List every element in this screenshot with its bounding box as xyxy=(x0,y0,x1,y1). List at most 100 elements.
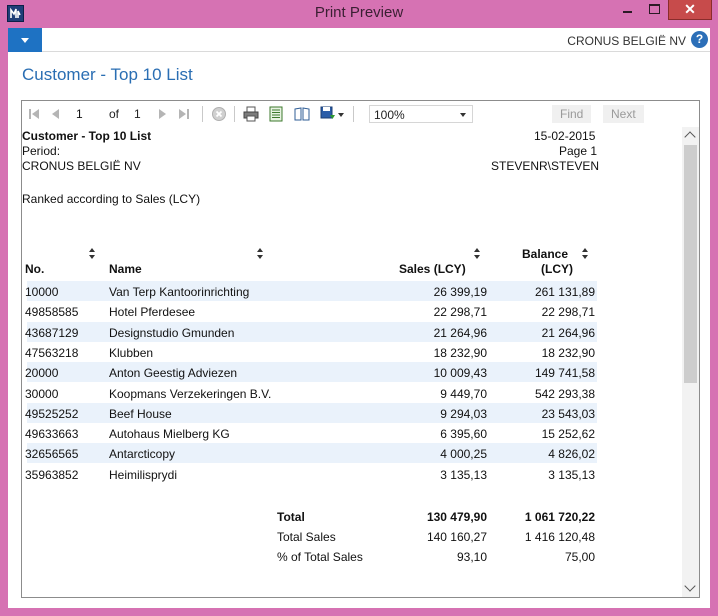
total-sales: 130 479,90 xyxy=(426,510,487,524)
cell-balance: 18 232,90 xyxy=(541,346,595,360)
cell-sales: 9 294,03 xyxy=(440,407,487,421)
cell-no: 49525252 xyxy=(25,407,79,421)
title-bar[interactable]: Print Preview ✕ xyxy=(0,0,718,28)
cell-no: 49633663 xyxy=(25,427,79,441)
help-icon[interactable]: ? xyxy=(691,31,708,48)
cell-name: Hotel Pferdesee xyxy=(109,305,196,319)
cell-sales: 4 000,25 xyxy=(440,447,487,461)
cell-sales: 6 395,60 xyxy=(440,427,487,441)
total-balance: 1 416 120,48 xyxy=(524,530,595,544)
page-number-input[interactable] xyxy=(73,105,105,123)
report-company: CRONUS BELGIË NV xyxy=(22,159,141,173)
total-label: % of Total Sales xyxy=(277,550,363,564)
cell-name: Antarcticopy xyxy=(109,447,176,461)
cell-no: 43687129 xyxy=(25,326,79,340)
of-label: of xyxy=(109,107,120,121)
window-title: Print Preview xyxy=(314,4,404,21)
cell-sales: 10 009,43 xyxy=(433,366,487,380)
toolbar-separator xyxy=(202,106,203,122)
print-icon[interactable] xyxy=(243,106,259,122)
cell-balance: 4 826,02 xyxy=(548,447,595,461)
cell-no: 32656565 xyxy=(25,447,79,461)
report-page: Customer - Top 10 List 15-02-2015 Period… xyxy=(22,127,682,597)
column-header-sales: Sales (LCY) xyxy=(399,262,466,276)
sort-no-icon[interactable] xyxy=(89,248,96,260)
cell-balance: 3 135,13 xyxy=(548,468,595,482)
cell-balance: 261 131,89 xyxy=(534,285,595,299)
column-header-balance: Balance xyxy=(522,247,569,261)
report-user: STEVENR\STEVEN xyxy=(491,159,600,173)
first-page-icon[interactable] xyxy=(26,106,42,122)
close-button[interactable]: ✕ xyxy=(668,0,712,20)
period-label: Period: xyxy=(22,144,61,158)
zoom-select[interactable]: 100% xyxy=(369,105,473,123)
menu-bar: CRONUS BELGIË NV ? xyxy=(8,28,710,52)
total-sales: 140 160,27 xyxy=(426,530,487,544)
cell-no: 30000 xyxy=(25,387,59,401)
cell-name: Klubben xyxy=(109,346,154,360)
cell-no: 49858585 xyxy=(25,305,79,319)
cell-balance: 149 741,58 xyxy=(534,366,595,380)
find-button[interactable]: Find xyxy=(552,105,592,123)
window-client-area: CRONUS BELGIË NV ? Customer - Top 10 Lis… xyxy=(8,28,710,608)
last-page-icon[interactable] xyxy=(176,106,192,122)
cell-balance: 23 543,03 xyxy=(541,407,595,421)
column-header-no: No. xyxy=(25,262,45,276)
cell-sales: 26 399,19 xyxy=(433,285,487,299)
cell-no: 20000 xyxy=(25,366,59,380)
vertical-scrollbar[interactable] xyxy=(682,127,699,597)
total-balance: 75,00 xyxy=(564,550,595,564)
column-header-name: Name xyxy=(109,262,142,276)
cell-sales: 9 449,70 xyxy=(440,387,487,401)
cell-name: Designstudio Gmunden xyxy=(109,326,235,340)
cell-balance: 542 293,38 xyxy=(534,387,595,401)
cell-sales: 22 298,71 xyxy=(433,305,487,319)
cell-name: Koopmans Verzekeringen B.V. xyxy=(109,387,272,401)
cell-sales: 21 264,96 xyxy=(433,326,487,340)
total-pages: 1 xyxy=(134,107,141,121)
minimize-button[interactable] xyxy=(614,0,640,20)
find-next-button[interactable]: Next xyxy=(603,105,644,123)
export-dropdown-icon[interactable] xyxy=(337,106,345,122)
cell-name: Anton Geestig Adviezen xyxy=(109,366,238,380)
stop-icon[interactable] xyxy=(211,106,227,122)
app-menu-button[interactable] xyxy=(8,28,42,52)
maximize-button[interactable] xyxy=(641,0,667,20)
cell-sales: 3 135,13 xyxy=(440,468,487,482)
cell-balance: 22 298,71 xyxy=(541,305,595,319)
total-label: Total Sales xyxy=(277,530,336,544)
page-title: Customer - Top 10 List xyxy=(22,65,193,84)
total-sales: 93,10 xyxy=(456,550,487,564)
cell-no: 10000 xyxy=(25,285,59,299)
previous-page-icon[interactable] xyxy=(48,106,64,122)
company-name: CRONUS BELGIË NV xyxy=(567,34,686,48)
cell-balance: 21 264,96 xyxy=(541,326,595,340)
report-toolbar: of 1 100% Find Next xyxy=(22,101,699,127)
toolbar-separator xyxy=(234,106,235,122)
report-viewer: of 1 100% Find Next Customer - Top 10 xyxy=(21,100,700,598)
cell-sales: 18 232,90 xyxy=(433,346,487,360)
cell-no: 47563218 xyxy=(25,346,79,360)
sort-sales-icon[interactable] xyxy=(474,248,481,260)
find-input[interactable] xyxy=(489,105,551,123)
ranking-note: Ranked according to Sales (LCY) xyxy=(22,192,201,206)
cell-name: Van Terp Kantoorinrichting xyxy=(109,285,250,299)
print-layout-icon[interactable] xyxy=(294,106,310,122)
cell-name: Autohaus Mielberg KG xyxy=(109,427,230,441)
page-setup-icon[interactable] xyxy=(268,106,284,122)
cell-no: 35963852 xyxy=(25,468,79,482)
toolbar-separator xyxy=(353,106,354,122)
total-label: Total xyxy=(277,510,305,524)
total-balance: 1 061 720,22 xyxy=(524,510,595,524)
close-icon: ✕ xyxy=(684,1,696,17)
cell-name: Heimilisprydi xyxy=(109,468,178,482)
cell-balance: 15 252,62 xyxy=(541,427,595,441)
sort-name-icon[interactable] xyxy=(257,248,264,260)
scrollbar-thumb[interactable] xyxy=(684,145,697,383)
print-preview-window: Print Preview ✕ CRONUS BELGIË NV ? Custo… xyxy=(0,0,718,616)
next-page-icon[interactable] xyxy=(154,106,170,122)
sort-balance-icon[interactable] xyxy=(582,248,589,260)
scroll-down-icon[interactable] xyxy=(684,580,696,592)
export-icon[interactable] xyxy=(320,106,336,122)
scroll-up-icon[interactable] xyxy=(684,131,696,143)
